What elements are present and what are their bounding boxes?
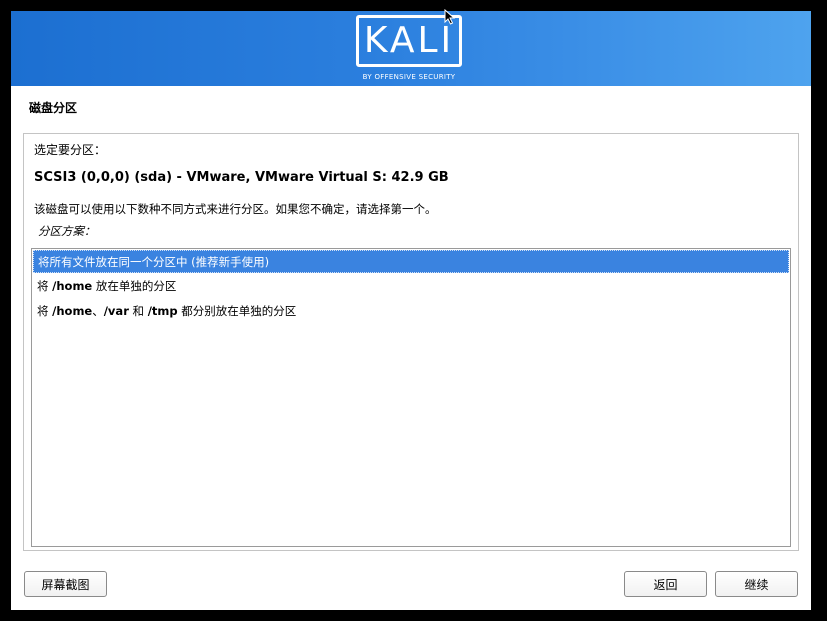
partition-scheme-list[interactable]: 将所有文件放在同一个分区中 (推荐新手使用) 将 /home 放在单独的分区 将… — [31, 248, 791, 547]
option-path: /home — [52, 304, 93, 318]
option-text: 将所有文件放在同一个分区中 (推荐新手使用) — [38, 255, 270, 269]
option-path: /home — [52, 279, 93, 293]
option-text: 放在单独的分区 — [92, 279, 177, 293]
back-button[interactable]: 返回 — [624, 571, 707, 597]
screenshot-button[interactable]: 屏幕截图 — [24, 571, 107, 597]
option-path: /var — [103, 304, 129, 318]
disk-name: SCSI3 (0,0,0) (sda) - VMware, VMware Vir… — [34, 170, 449, 185]
continue-button[interactable]: 继续 — [715, 571, 798, 597]
option-text: 将 — [37, 279, 53, 293]
page-title: 磁盘分区 — [29, 101, 78, 115]
option-text: 都分别放在单独的分区 — [177, 304, 297, 318]
option-path: /tmp — [147, 304, 178, 318]
mouse-pointer-icon — [444, 9, 456, 25]
kali-banner: KALI BY OFFENSIVE SECURITY — [11, 11, 811, 86]
option-text: 将 — [37, 304, 53, 318]
list-label: 分区方案： — [38, 224, 96, 238]
content-panel: 选定要分区： SCSI3 (0,0,0) (sda) - VMware, VMw… — [23, 133, 799, 551]
option-separate-home[interactable]: 将 /home 放在单独的分区 — [33, 275, 789, 298]
option-text: 和 — [128, 304, 148, 318]
option-text: 、 — [92, 304, 104, 318]
installer-window: KALI BY OFFENSIVE SECURITY 磁盘分区 选定要分区： S… — [11, 11, 811, 610]
option-separate-home-var-tmp[interactable]: 将 /home、/var 和 /tmp 都分别放在单独的分区 — [33, 300, 789, 323]
prompt-text: 选定要分区： — [34, 143, 107, 157]
kali-logo: KALI BY OFFENSIVE SECURITY — [356, 15, 466, 83]
description-text: 该磁盘可以使用以下数种不同方式来进行分区。如果您不确定，请选择第一个。 — [34, 202, 437, 216]
option-all-in-one[interactable]: 将所有文件放在同一个分区中 (推荐新手使用) — [33, 250, 789, 273]
kali-logo-subtext: BY OFFENSIVE SECURITY — [362, 73, 456, 81]
